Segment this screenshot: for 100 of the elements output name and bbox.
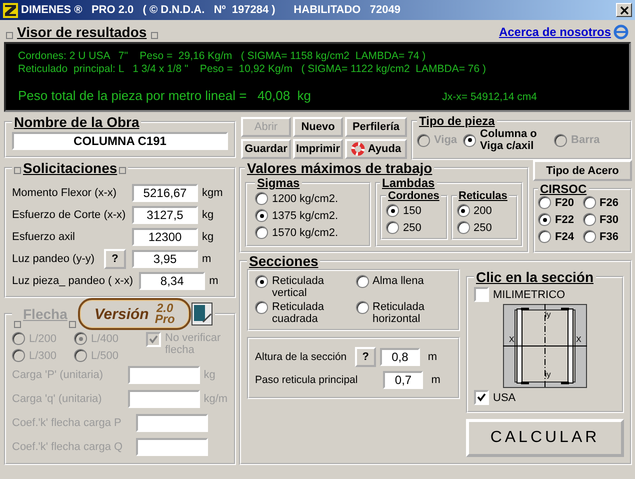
axis-label: X xyxy=(576,335,582,344)
radio-label: Alma llena xyxy=(372,275,425,287)
input-field[interactable]: 0,7 xyxy=(383,371,424,389)
radio-button[interactable] xyxy=(582,196,596,209)
radio-label: 1200 kg/cm2. xyxy=(272,192,338,204)
axis-label: iy xyxy=(545,310,551,319)
radio-label: 150 xyxy=(403,204,422,216)
checkbox[interactable] xyxy=(474,287,489,302)
window-title: DIMENES ® PRO 2.0 ( © D.N.D.A. Nº 197284 ) HABILITADO 72049 xyxy=(21,4,402,16)
field-label: Carga 'P' (unitaria) xyxy=(12,369,104,381)
axis-label: iy xyxy=(545,370,551,379)
radio-button[interactable] xyxy=(582,230,596,243)
unit-label: m xyxy=(201,253,212,265)
section-heading: Clic en la sección xyxy=(475,269,594,285)
field-label: Momento Flexor (x-x) xyxy=(12,187,118,199)
close-button[interactable] xyxy=(616,3,632,17)
radio-button[interactable] xyxy=(538,196,551,209)
radio-label: Columna o Viga c/axil xyxy=(480,128,538,152)
radio-button[interactable] xyxy=(538,230,551,243)
group-heading: Lambdas xyxy=(381,176,436,190)
cross-section-drawing[interactable]: X X iy iy xyxy=(503,304,587,388)
checkbox[interactable] xyxy=(474,390,489,405)
result-line: Reticulado principal: L 1 3/4 x 1/8 " Peso = 10,92 Kg/m ( SIGMA= 1122 kg/cm2 LAMBDA= 76 ) xyxy=(18,63,487,76)
close-icon xyxy=(620,6,628,14)
lifebuoy-icon xyxy=(350,142,365,156)
unit-label: kg xyxy=(202,369,216,381)
radio-button[interactable] xyxy=(582,213,596,226)
unit-label: m xyxy=(426,351,438,363)
radio-label: 1570 kg/cm2. xyxy=(272,226,338,238)
radio-label: F30 xyxy=(600,214,618,226)
radio-label: Reticulada vertical xyxy=(272,275,325,299)
radio-label: L/200 xyxy=(29,332,57,344)
help-button[interactable]: ? xyxy=(104,249,126,269)
unit-label: kgm xyxy=(201,187,224,199)
group-heading: Sigmas xyxy=(256,176,301,190)
radio-button[interactable] xyxy=(255,226,268,239)
toolbar-button[interactable]: Guardar xyxy=(241,139,291,159)
radio-button[interactable] xyxy=(386,221,399,234)
calculate-button[interactable]: CALCULAR xyxy=(466,419,624,457)
unit-label: kg xyxy=(201,231,215,243)
unit-label: kg xyxy=(201,209,215,221)
radio-label: Viga xyxy=(434,134,458,146)
radio-label: F24 xyxy=(555,230,574,242)
radio-button[interactable] xyxy=(356,275,368,288)
app-logo-icon xyxy=(3,2,18,18)
radio-label: Reticulada horizontal xyxy=(372,301,426,325)
field-label: Esfuerzo de Corte (x-x) xyxy=(12,209,126,221)
section-heading: Valores máximos de trabajo xyxy=(246,160,434,176)
section-heading: Visor de resultados xyxy=(16,24,148,40)
toolbar-button[interactable]: Nuevo xyxy=(293,117,343,137)
radio-button[interactable] xyxy=(255,275,268,288)
checkmark-icon xyxy=(477,393,486,402)
notebook-icon[interactable] xyxy=(190,302,213,326)
square-icon xyxy=(14,167,21,174)
field-label: Coef.'k' flecha carga P xyxy=(12,417,122,429)
checkmark-icon xyxy=(149,335,158,344)
radio-button[interactable] xyxy=(456,221,470,234)
inertia-text: Jx-x= 54912,14 cm4 xyxy=(442,91,537,104)
radio-label: L/400 xyxy=(91,332,119,344)
toolbar-button[interactable]: Imprimir xyxy=(293,139,343,159)
result-line: Cordones: 2 U USA 7" Peso = 29,16 Kg/m ( SIGMA= 1158 kg/cm2 LAMBDA= 74 ) xyxy=(18,50,427,63)
steel-type-button[interactable]: Tipo de Acero xyxy=(533,160,632,181)
toolbar-button[interactable]: Perfilería xyxy=(345,117,407,137)
radio-label: Reticulada cuadrada xyxy=(272,301,325,325)
radio-button[interactable] xyxy=(456,204,470,217)
help-button[interactable]: Ayuda xyxy=(345,139,407,159)
radio-button[interactable] xyxy=(386,204,399,217)
unit-label: m xyxy=(430,374,442,386)
radio-label: F22 xyxy=(555,214,574,226)
field-label: Paso reticula principal xyxy=(255,374,358,386)
section-heading: Flecha xyxy=(22,306,68,322)
field-label: Altura de la sección xyxy=(255,351,348,363)
radio-button[interactable] xyxy=(356,301,368,314)
input-field[interactable]: 3,95 xyxy=(132,250,198,268)
field-label: Coef.'k' flecha carga Q xyxy=(12,441,124,453)
radio-label: Barra xyxy=(571,134,600,146)
radio-button[interactable] xyxy=(255,192,268,205)
input-field[interactable]: 3127,5 xyxy=(132,206,198,224)
project-name-field[interactable]: COLUMNA C191 xyxy=(12,132,228,150)
radio-button[interactable] xyxy=(255,209,268,222)
input-field[interactable]: 8,34 xyxy=(139,272,206,290)
checkbox-label: USA xyxy=(493,392,516,404)
axis-label: X xyxy=(509,335,514,344)
help-button[interactable]: ? xyxy=(355,347,376,367)
radio-label: 1375 kg/cm2. xyxy=(272,210,338,222)
group-heading: Cordones xyxy=(387,190,440,202)
field-label: Esfuerzo axil xyxy=(12,231,76,243)
section-heading: Solicitaciones xyxy=(22,160,118,176)
radio-label: F36 xyxy=(600,230,618,242)
about-link[interactable]: Acerca de nosotros xyxy=(498,24,611,38)
input-field[interactable]: 5216,67 xyxy=(132,184,198,202)
radio-button[interactable] xyxy=(255,301,268,314)
input-field[interactable]: 0,8 xyxy=(380,348,420,366)
checkbox-label: MILIMETRICO xyxy=(493,288,566,300)
group-heading: CIRSOC xyxy=(539,182,588,196)
radio-button[interactable] xyxy=(538,213,551,226)
radio-button[interactable] xyxy=(463,134,476,146)
radio-label: F26 xyxy=(600,196,618,208)
input-field[interactable]: 12300 xyxy=(132,228,198,246)
group-heading: Reticulas xyxy=(458,190,508,202)
